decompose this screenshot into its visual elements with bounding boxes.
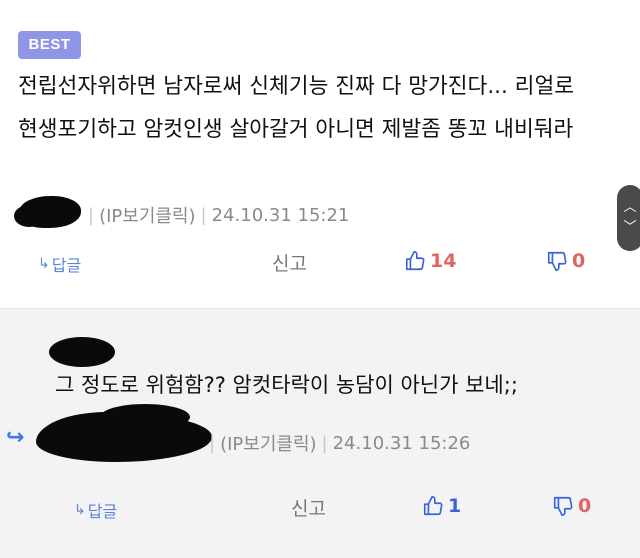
reply-comment: 그 정도로 위험함?? 암컷타락이 농담이 아닌가 보네;; ↪ | (IP보기… [0,309,640,558]
reply-button[interactable]: ↳ 답글 [38,252,81,276]
reply-meta: | (IP보기클릭) | 24.10.31 15:26 [204,430,470,456]
meta-separator: | [200,204,207,226]
redacted-author-name-tail [100,404,190,430]
thumbs-up-icon [423,496,443,516]
upvote-count: 14 [430,250,457,272]
comment-timestamp: 24.10.31 15:21 [211,204,350,226]
reply-timestamp: 24.10.31 15:26 [332,432,471,454]
reply-button[interactable]: ↳ 답글 [74,498,117,522]
best-badge: BEST [18,31,81,59]
comment-meta: | (IP보기클릭) | 24.10.31 15:21 [83,202,349,228]
comment-body: 전립선자위하면 남자로써 신체기능 진짜 다 망가진다... 리얼로 현생포기하… [18,74,575,142]
reply-body: 그 정도로 위험함?? 암컷타락이 농담이 아닌가 보네;; [55,373,518,397]
comment-actions: ↳ 답글 신고 14 0 [0,243,640,283]
meta-separator: | [88,204,95,226]
reply-actions: ↳ 답글 신고 1 0 [0,488,640,528]
reply-indicator-icon: ↪ [6,425,25,450]
redacted-quote-author [49,337,115,367]
downvote-button[interactable]: 0 [546,250,585,272]
downvote-button[interactable]: 0 [552,495,591,517]
reply-label: 답글 [87,502,118,521]
upvote-button[interactable]: 14 [404,250,456,272]
report-button[interactable]: 신고 [272,249,307,276]
ip-view-link[interactable]: (IP보기클릭) [99,202,195,228]
upvote-button[interactable]: 1 [422,495,461,517]
chevron-down-icon[interactable]: ﹀ [623,221,636,235]
best-comment: BEST 전립선자위하면 남자로써 신체기능 진짜 다 망가진다... 리얼로 … [0,0,640,308]
downvote-count: 0 [578,495,592,517]
upvote-count: 1 [448,495,462,517]
redacted-author-name-tail [14,205,44,227]
scroll-control[interactable]: ︿ ﹀ [617,185,640,251]
reply-arrow-icon: ↳ [74,502,86,518]
thumbs-up-icon [405,251,425,271]
report-button[interactable]: 신고 [291,494,326,521]
thumbs-down-icon [547,251,567,271]
meta-separator: | [321,432,328,454]
reply-label: 답글 [51,256,82,275]
ip-view-link[interactable]: (IP보기클릭) [220,430,316,456]
chevron-up-icon[interactable]: ︿ [623,201,636,215]
thumbs-down-icon [553,496,573,516]
downvote-count: 0 [572,250,586,272]
meta-separator: | [209,432,216,454]
reply-arrow-icon: ↳ [38,256,50,272]
